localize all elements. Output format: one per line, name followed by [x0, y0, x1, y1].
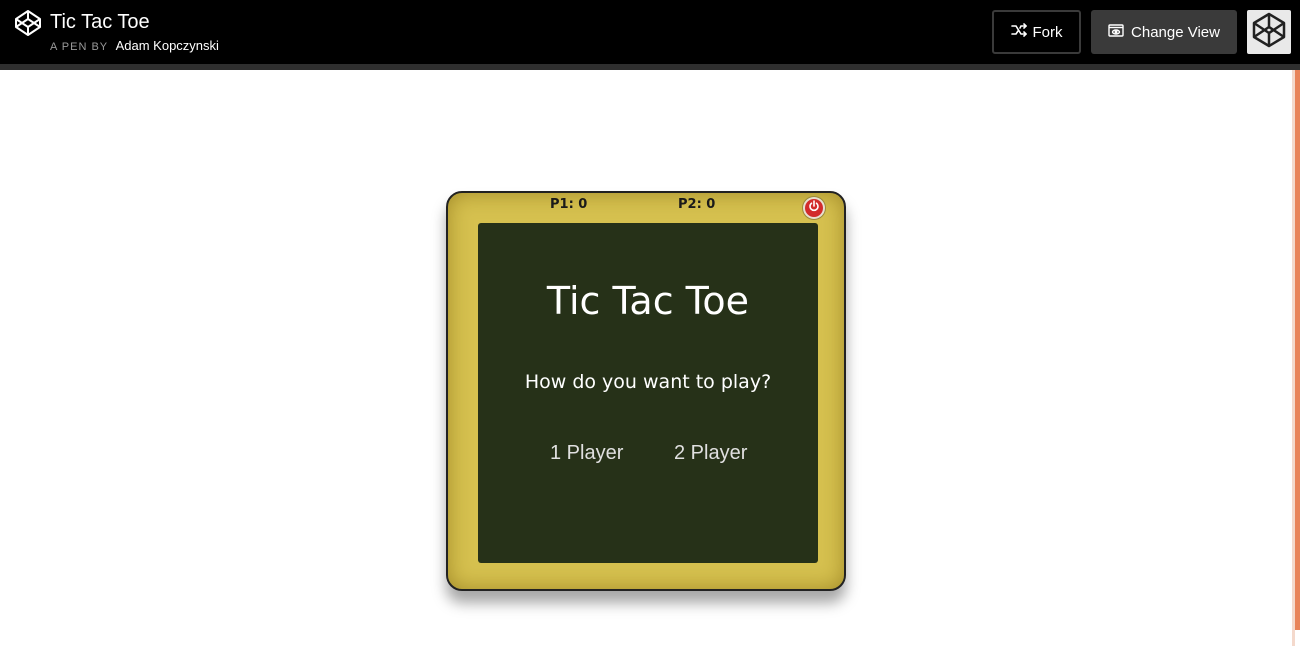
- game-title: Tic Tac Toe: [546, 279, 750, 323]
- author-link[interactable]: Adam Kopczynski: [116, 38, 219, 53]
- scrollbar-thumb[interactable]: [1295, 70, 1300, 630]
- game-frame: P1: 0 P2: 0 Tic Tac Toe How do you want …: [446, 191, 846, 591]
- pen-byline: A PEN BY Adam Kopczynski: [50, 38, 219, 55]
- player-1-score: P1: 0: [550, 197, 588, 212]
- user-avatar[interactable]: [1247, 10, 1291, 54]
- eye-window-icon: [1108, 23, 1124, 41]
- change-view-button[interactable]: Change View: [1091, 10, 1237, 54]
- one-player-option[interactable]: 1 Player: [550, 442, 623, 465]
- power-icon: [808, 199, 820, 217]
- fork-button[interactable]: Fork: [992, 10, 1081, 54]
- change-view-label: Change View: [1131, 23, 1220, 41]
- top-bar: Tic Tac Toe A PEN BY Adam Kopczynski For…: [0, 0, 1300, 70]
- mode-question: How do you want to play?: [524, 371, 772, 393]
- power-button[interactable]: [805, 199, 823, 217]
- fork-label: Fork: [1032, 23, 1063, 41]
- player-2-score: P2: 0: [678, 197, 716, 212]
- codepen-avatar-icon: [1250, 11, 1288, 54]
- pen-title: Tic Tac Toe: [50, 11, 150, 33]
- pen-by-label: A PEN BY: [50, 41, 109, 53]
- two-player-option[interactable]: 2 Player: [674, 442, 747, 465]
- fork-icon: [1010, 23, 1027, 41]
- codepen-logo-icon[interactable]: [14, 9, 42, 37]
- game-board: Tic Tac Toe How do you want to play? 1 P…: [478, 223, 818, 563]
